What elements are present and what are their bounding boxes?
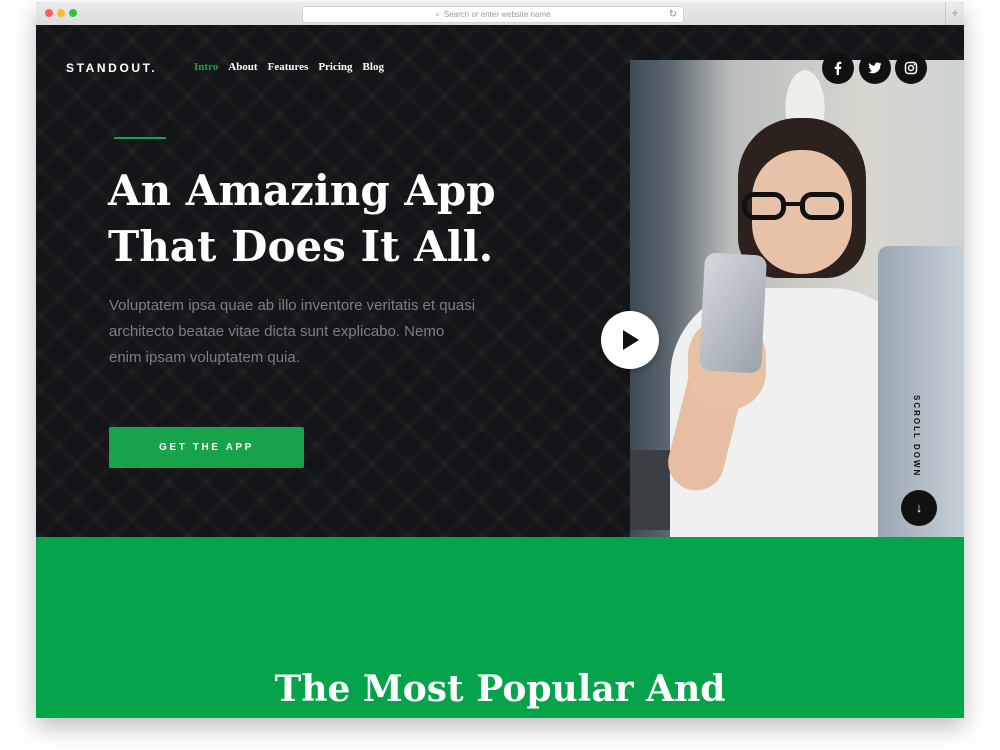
hero-headline: An Amazing App That Does It All. (108, 163, 568, 275)
search-icon: ⌕ (435, 10, 440, 19)
browser-toolbar: ⌕ Search or enter website name ↻ + (36, 2, 964, 26)
nav-pricing[interactable]: Pricing (318, 61, 352, 73)
arrow-down-icon: ↓ (915, 500, 923, 515)
reload-icon[interactable]: ↻ (669, 7, 677, 22)
scroll-down-label: SCROLL DOWN (912, 395, 921, 478)
scroll-down-button[interactable]: ↓ (901, 490, 937, 526)
nav-blog[interactable]: Blog (363, 61, 384, 73)
accent-line (114, 137, 166, 139)
nav-intro[interactable]: Intro (194, 61, 218, 73)
headline-line-1: An Amazing App (108, 166, 496, 215)
instagram-icon (904, 61, 918, 75)
maximize-window-button[interactable] (69, 9, 77, 17)
close-window-button[interactable] (45, 9, 53, 17)
twitter-icon (868, 62, 882, 74)
get-the-app-button[interactable]: GET THE APP (109, 427, 304, 468)
twitter-button[interactable] (859, 52, 891, 84)
main-nav: Intro About Features Pricing Blog (194, 61, 394, 73)
play-icon (623, 330, 639, 350)
nav-features[interactable]: Features (268, 61, 309, 73)
facebook-icon (834, 61, 842, 75)
address-placeholder: Search or enter website name (443, 10, 551, 19)
instagram-button[interactable] (895, 52, 927, 84)
play-video-button[interactable] (601, 311, 659, 369)
hero-paragraph: Voluptatem ipsa quae ab illo inventore v… (109, 297, 476, 366)
nav-about[interactable]: About (228, 61, 257, 73)
section-heading: The Most Popular And (274, 668, 726, 710)
minimize-window-button[interactable] (57, 9, 65, 17)
browser-window: ⌕ Search or enter website name ↻ + STANDO… (36, 2, 964, 718)
headline-line-2: That Does It All. (108, 222, 494, 271)
facebook-button[interactable] (822, 52, 854, 84)
address-bar[interactable]: ⌕ Search or enter website name ↻ (302, 6, 684, 23)
new-tab-button[interactable]: + (945, 2, 964, 25)
popular-section: The Most Popular And (36, 537, 964, 718)
site-logo[interactable]: STANDOUT. (66, 61, 157, 75)
hero-section: STANDOUT. Intro About Features Pricing B… (36, 25, 964, 537)
